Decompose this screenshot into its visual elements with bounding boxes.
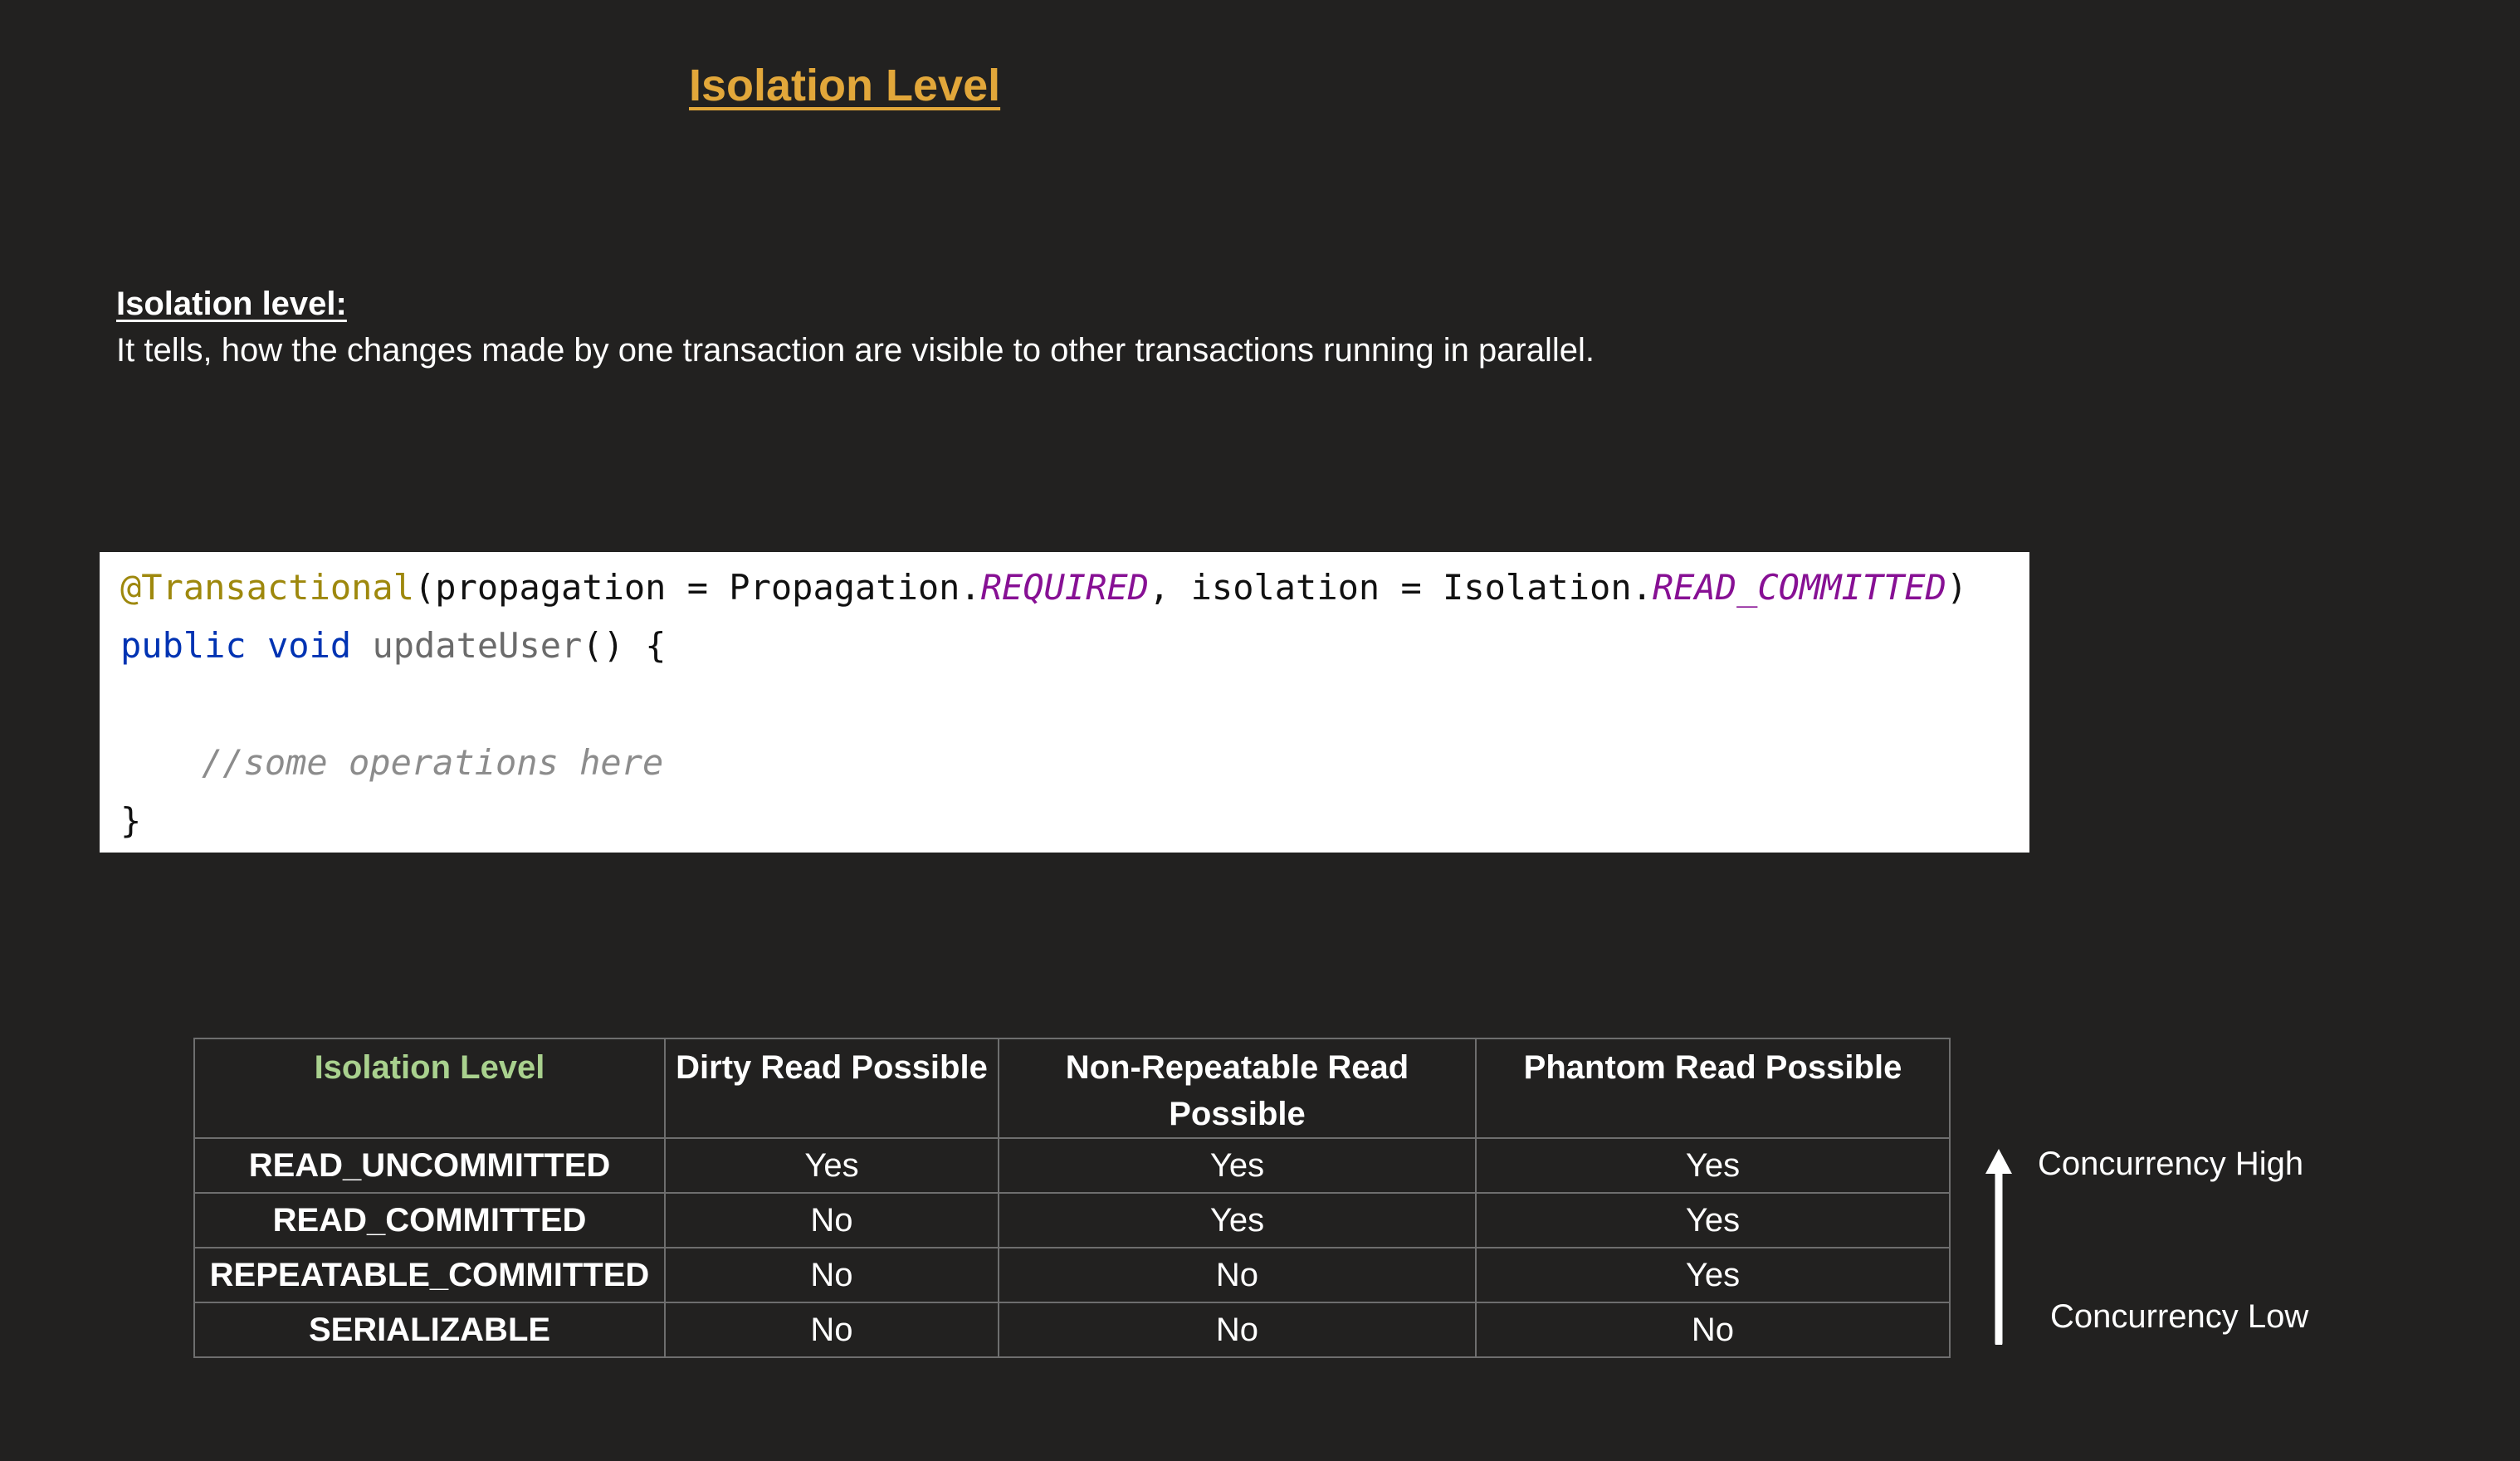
code-method-name: updateUser bbox=[372, 625, 583, 666]
table-cell-level: READ_UNCOMMITTED bbox=[193, 1137, 666, 1194]
code-keyword: public bbox=[120, 625, 247, 666]
table-header: Non-Repeatable Read Possible bbox=[998, 1038, 1477, 1139]
table-cell: Yes bbox=[1475, 1137, 1951, 1194]
code-line-1: @Transactional(propagation = Propagation… bbox=[120, 570, 1967, 605]
table-row: REPEATABLE_COMMITTED No No Yes bbox=[193, 1247, 1951, 1303]
table-cell: No bbox=[664, 1192, 999, 1248]
code-text: , isolation = Isolation. bbox=[1149, 567, 1653, 608]
code-text: () { bbox=[582, 625, 667, 666]
concurrency-low-label: Concurrency Low bbox=[2050, 1298, 2309, 1335]
table-cell: Yes bbox=[664, 1137, 999, 1194]
table-cell: No bbox=[664, 1302, 999, 1358]
page-title: Isolation Level bbox=[689, 61, 1001, 110]
table-cell-level: READ_COMMITTED bbox=[193, 1192, 666, 1248]
table-header: Isolation Level bbox=[193, 1038, 666, 1139]
code-constant: READ_COMMITTED bbox=[1652, 567, 1946, 608]
code-closing-brace: } bbox=[120, 800, 142, 841]
isolation-level-table: Isolation Level Dirty Read Possible Non-… bbox=[193, 1038, 1951, 1358]
table-cell: No bbox=[1475, 1302, 1951, 1358]
code-text: (propagation = Propagation. bbox=[414, 567, 981, 608]
concurrency-high-label: Concurrency High bbox=[2038, 1146, 2304, 1182]
table-cell: No bbox=[998, 1247, 1477, 1303]
table-cell: Yes bbox=[998, 1192, 1477, 1248]
table-row: READ_UNCOMMITTED Yes Yes Yes bbox=[193, 1137, 1951, 1194]
table-cell: No bbox=[664, 1247, 999, 1303]
table-cell-level: SERIALIZABLE bbox=[193, 1302, 666, 1358]
arrow-up-icon bbox=[1985, 1149, 2012, 1345]
code-annotation: @Transactional bbox=[120, 567, 415, 608]
table-cell: Yes bbox=[1475, 1192, 1951, 1248]
table-header-row: Isolation Level Dirty Read Possible Non-… bbox=[193, 1038, 1951, 1139]
table-header: Phantom Read Possible bbox=[1475, 1038, 1951, 1139]
table-row: READ_COMMITTED No Yes Yes bbox=[193, 1192, 1951, 1248]
definition-heading: Isolation level: bbox=[116, 286, 347, 322]
table-cell: No bbox=[998, 1302, 1477, 1358]
code-text: ) bbox=[1946, 567, 1968, 608]
definition-text: It tells, how the changes made by one tr… bbox=[116, 332, 1595, 369]
code-keyword: void bbox=[267, 625, 352, 666]
table-header: Dirty Read Possible bbox=[664, 1038, 999, 1139]
table-cell-level: REPEATABLE_COMMITTED bbox=[193, 1247, 666, 1303]
code-block: @Transactional(propagation = Propagation… bbox=[100, 552, 2029, 853]
table-row: SERIALIZABLE No No No bbox=[193, 1302, 1951, 1358]
table-cell: Yes bbox=[998, 1137, 1477, 1194]
code-comment: //some operations here bbox=[202, 742, 664, 783]
table-cell: Yes bbox=[1475, 1247, 1951, 1303]
code-line-2: public void updateUser() { bbox=[120, 628, 667, 663]
code-constant: REQUIRED bbox=[980, 567, 1150, 608]
